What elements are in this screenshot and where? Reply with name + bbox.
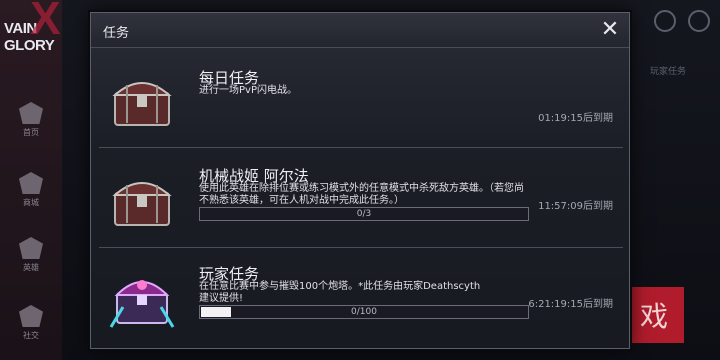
quest-description: 使用此英雄在除排位赛或练习模式外的任意模式中杀死敌方英雄。（若您尚不熟悉该英雄，… — [199, 183, 524, 206]
nav-label: 商城 — [23, 198, 39, 207]
quest-item-daily: 每日任务 进行一场PvP闪电战。 01:19:15后到期 — [99, 51, 623, 148]
modal-header: 任务 ✕ — [91, 13, 629, 48]
chest-icon — [112, 182, 172, 226]
chest-icon — [112, 82, 172, 126]
quest-description: 进行一场PvP闪电战。 — [199, 85, 297, 96]
chest-icon — [109, 280, 175, 328]
social-icon — [19, 305, 43, 327]
nav-item-heroes[interactable]: 英雄 — [0, 237, 62, 273]
quests-modal: 任务 ✕ 每日任务 进行一场PvP闪电战。 01:19:15后到期 机械战姬 阿… — [90, 12, 630, 349]
left-nav-rail: X VAIN GLORY 首页 商城 英雄 社交 — [0, 0, 62, 360]
nav-item-social[interactable]: 社交 — [0, 305, 62, 341]
quest-expiry: 6:21:19:15后到期 — [528, 299, 613, 310]
quest-item-hero: 机械战姬 阿尔法 使用此英雄在除排位赛或练习模式外的任意模式中杀死敌方英雄。（若… — [99, 151, 623, 248]
nav-label: 首页 — [23, 128, 39, 137]
quest-item-player: 玩家任务 在任意比赛中参与摧毁100个炮塔。*此任务由玩家Deathscyth建… — [99, 251, 623, 347]
quest-description: 在任意比赛中参与摧毁100个炮塔。*此任务由玩家Deathscyth建议提供! — [199, 281, 481, 304]
nav-item-store[interactable]: 商城 — [0, 172, 62, 208]
game-logo: X VAIN GLORY — [4, 0, 61, 54]
quest-progress-bar: 0/100 — [199, 305, 529, 319]
graduation-icon[interactable] — [654, 10, 676, 32]
nav-label: 英雄 — [23, 263, 39, 272]
side-note: 玩家任务 — [650, 67, 687, 77]
nav-label: 社交 — [23, 331, 39, 340]
quest-expiry: 11:57:09后到期 — [538, 201, 613, 212]
cart-icon — [19, 172, 43, 194]
quest-expiry: 01:19:15后到期 — [538, 113, 613, 124]
nav-item-home[interactable]: 首页 — [0, 102, 62, 138]
modal-title: 任务 — [103, 26, 130, 41]
gear-icon[interactable] — [688, 10, 710, 32]
progress-text: 0/3 — [356, 209, 372, 219]
close-icon[interactable]: ✕ — [597, 17, 623, 43]
hero-icon — [19, 237, 43, 259]
quest-progress-bar: 0/3 — [199, 207, 529, 221]
home-icon — [19, 102, 43, 124]
progress-text: 0/100 — [351, 307, 377, 317]
